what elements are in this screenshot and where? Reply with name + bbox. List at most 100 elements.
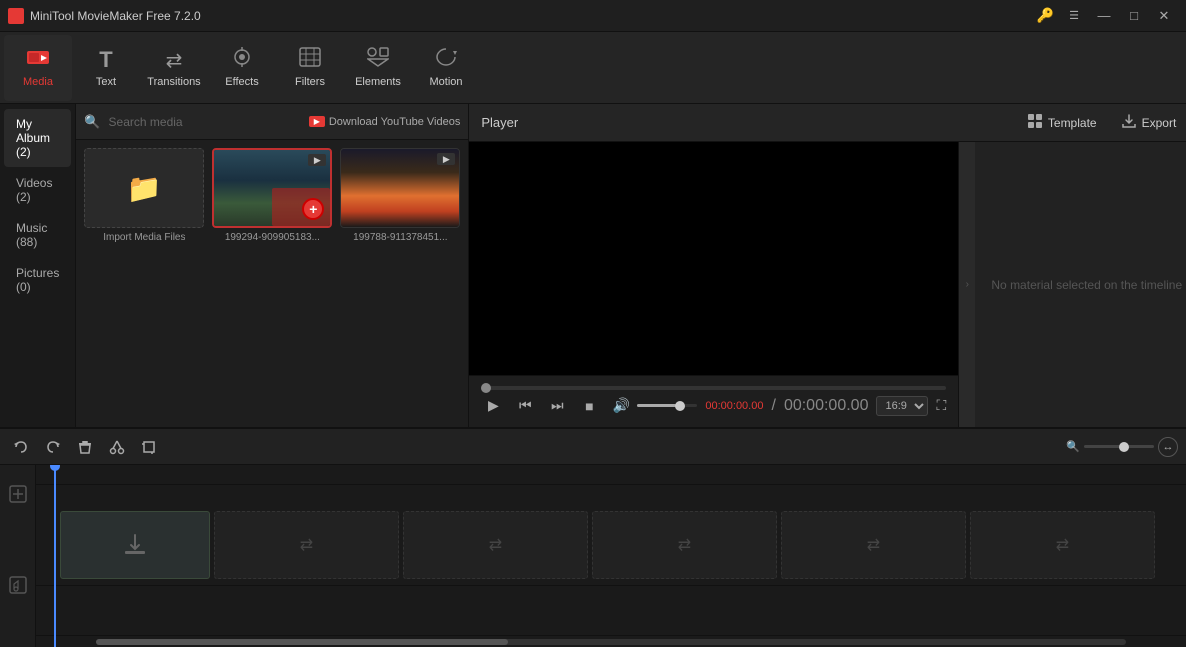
transition-slot-3[interactable]: ⇄	[592, 511, 777, 579]
text-icon: T	[99, 47, 112, 73]
sidebar-item-my-album[interactable]: My Album (2)	[4, 109, 71, 167]
media-grid: 📁 Import Media Files ▶ + 199294-90990518…	[76, 140, 468, 427]
player-label: Player	[481, 115, 518, 130]
player-actions: Template Export	[1017, 109, 1186, 136]
toolbar-text[interactable]: T Text	[72, 35, 140, 101]
search-placeholder: Search media	[109, 115, 183, 129]
filters-icon	[299, 47, 321, 73]
player-header: Player Template Export	[469, 104, 1186, 142]
effects-icon	[231, 47, 253, 73]
next-frame-button[interactable]: ⏭	[545, 394, 569, 418]
transition-icon-1: ⇄	[300, 535, 313, 555]
transition-slot-4[interactable]: ⇄	[781, 511, 966, 579]
player-info-row: ▶ ⏮ ⏭ ■ 🔊 00:00:00.00	[469, 142, 1186, 427]
add-audio-track-icon[interactable]	[9, 576, 27, 597]
camera2-icon: ▶	[437, 153, 455, 165]
transition-icon-4: ⇄	[867, 535, 880, 555]
video1-label: 199294-909905183...	[225, 232, 320, 243]
player-section: ▶ ⏮ ⏭ ■ 🔊 00:00:00.00	[469, 142, 958, 427]
import-label: Import Media Files	[103, 232, 185, 243]
transition-icon-3: ⇄	[678, 535, 691, 555]
media-top-bar: 🔍 Search media ▶ Download YouTube Videos	[76, 104, 468, 140]
import-thumb[interactable]: 📁	[84, 148, 204, 228]
toolbar-filters[interactable]: Filters	[276, 35, 344, 101]
toolbar-effects[interactable]: Effects	[208, 35, 276, 101]
scroll-thumb[interactable]	[96, 639, 508, 645]
timeline-toolbar: 🔍 ↔	[0, 429, 1186, 465]
maximize-button[interactable]: □	[1120, 5, 1148, 27]
media-label: Media	[23, 76, 53, 88]
video1-item[interactable]: ▶ + 199294-909905183...	[212, 148, 332, 243]
time-current: 00:00:00.00	[705, 400, 763, 412]
title-bar: MiniTool MovieMaker Free 7.2.0 🔑 ☰ — □ ✕	[0, 0, 1186, 32]
add-media-track-icon[interactable]	[9, 485, 27, 506]
sidebar-item-music[interactable]: Music (88)	[4, 213, 71, 257]
collapse-button[interactable]: ›	[959, 142, 975, 427]
delete-button[interactable]	[72, 434, 98, 460]
crop-button[interactable]	[136, 434, 162, 460]
toolbar-media[interactable]: Media	[4, 35, 72, 101]
zoom-track[interactable]	[1084, 445, 1154, 448]
window-controls: ☰ — □ ✕	[1060, 5, 1178, 27]
aspect-ratio-select[interactable]: 16:9 9:16 4:3 1:1	[876, 396, 928, 416]
key-icon: 🔑	[1037, 7, 1054, 24]
import-media-item[interactable]: 📁 Import Media Files	[84, 148, 204, 243]
prev-frame-button[interactable]: ⏮	[513, 394, 537, 418]
scroll-track[interactable]	[96, 639, 1126, 645]
fit-button[interactable]: ↔	[1158, 437, 1178, 457]
minimize-button[interactable]: —	[1090, 5, 1118, 27]
export-icon	[1121, 113, 1137, 132]
video-area	[469, 142, 958, 375]
transition-slot-5[interactable]: ⇄	[970, 511, 1155, 579]
video2-thumb[interactable]: ▶	[340, 148, 460, 228]
template-button[interactable]: Template	[1017, 109, 1107, 136]
motion-label: Motion	[429, 76, 462, 88]
h-scrollbar[interactable]	[36, 635, 1186, 647]
export-button[interactable]: Export	[1111, 109, 1186, 136]
video-clip-1[interactable]	[60, 511, 210, 579]
cut-button[interactable]	[104, 434, 130, 460]
app-icon	[8, 8, 24, 24]
youtube-download-button[interactable]: ▶ Download YouTube Videos	[309, 116, 461, 128]
zoom-handle[interactable]	[1119, 442, 1129, 452]
template-icon	[1027, 113, 1043, 132]
volume-track[interactable]	[637, 404, 697, 407]
track-controls	[0, 465, 36, 647]
close-button[interactable]: ✕	[1150, 5, 1178, 27]
redo-button[interactable]	[40, 434, 66, 460]
toolbar-motion[interactable]: Motion	[412, 35, 480, 101]
volume-handle[interactable]	[675, 401, 685, 411]
stop-button[interactable]: ■	[577, 394, 601, 418]
undo-button[interactable]	[8, 434, 34, 460]
volume-button[interactable]: 🔊	[609, 394, 633, 418]
effects-label: Effects	[225, 76, 258, 88]
progress-bar[interactable]	[481, 386, 946, 390]
menu-button[interactable]: ☰	[1060, 5, 1088, 27]
toolbar-transitions[interactable]: ⇄ Transitions	[140, 35, 208, 101]
fullscreen-button[interactable]: ⛶	[936, 397, 946, 414]
transition-slot-1[interactable]: ⇄	[214, 511, 399, 579]
progress-handle[interactable]	[481, 383, 491, 393]
no-material-text: No material selected on the timeline	[991, 278, 1182, 292]
player-controls: ▶ ⏮ ⏭ ■ 🔊 00:00:00.00	[469, 375, 958, 427]
video2-item[interactable]: ▶ 199788-911378451...	[340, 148, 460, 243]
play-button[interactable]: ▶	[481, 394, 505, 418]
search-icon: 🔍	[84, 114, 100, 130]
add-to-timeline-button[interactable]: +	[302, 198, 324, 220]
transition-icon-5: ⇄	[1056, 535, 1069, 555]
volume-fill	[637, 404, 676, 407]
timeline-tracks: ⇄ ⇄ ⇄ ⇄ ⇄	[0, 465, 1186, 647]
sidebar-item-pictures[interactable]: Pictures (0)	[4, 258, 71, 302]
time-ruler	[36, 465, 1186, 485]
sidebar-item-videos[interactable]: Videos (2)	[4, 168, 71, 212]
toolbar-elements[interactable]: Elements	[344, 35, 412, 101]
video1-thumb[interactable]: ▶ +	[212, 148, 332, 228]
elements-icon	[367, 47, 389, 73]
timeline: 🔍 ↔	[0, 427, 1186, 647]
tracks-area: ⇄ ⇄ ⇄ ⇄ ⇄	[36, 465, 1186, 647]
controls-row: ▶ ⏮ ⏭ ■ 🔊 00:00:00.00	[481, 394, 946, 418]
zoom-controls: 🔍 ↔	[1066, 437, 1178, 457]
transitions-label: Transitions	[147, 76, 200, 88]
transition-slot-2[interactable]: ⇄	[403, 511, 588, 579]
playhead[interactable]	[54, 465, 56, 647]
